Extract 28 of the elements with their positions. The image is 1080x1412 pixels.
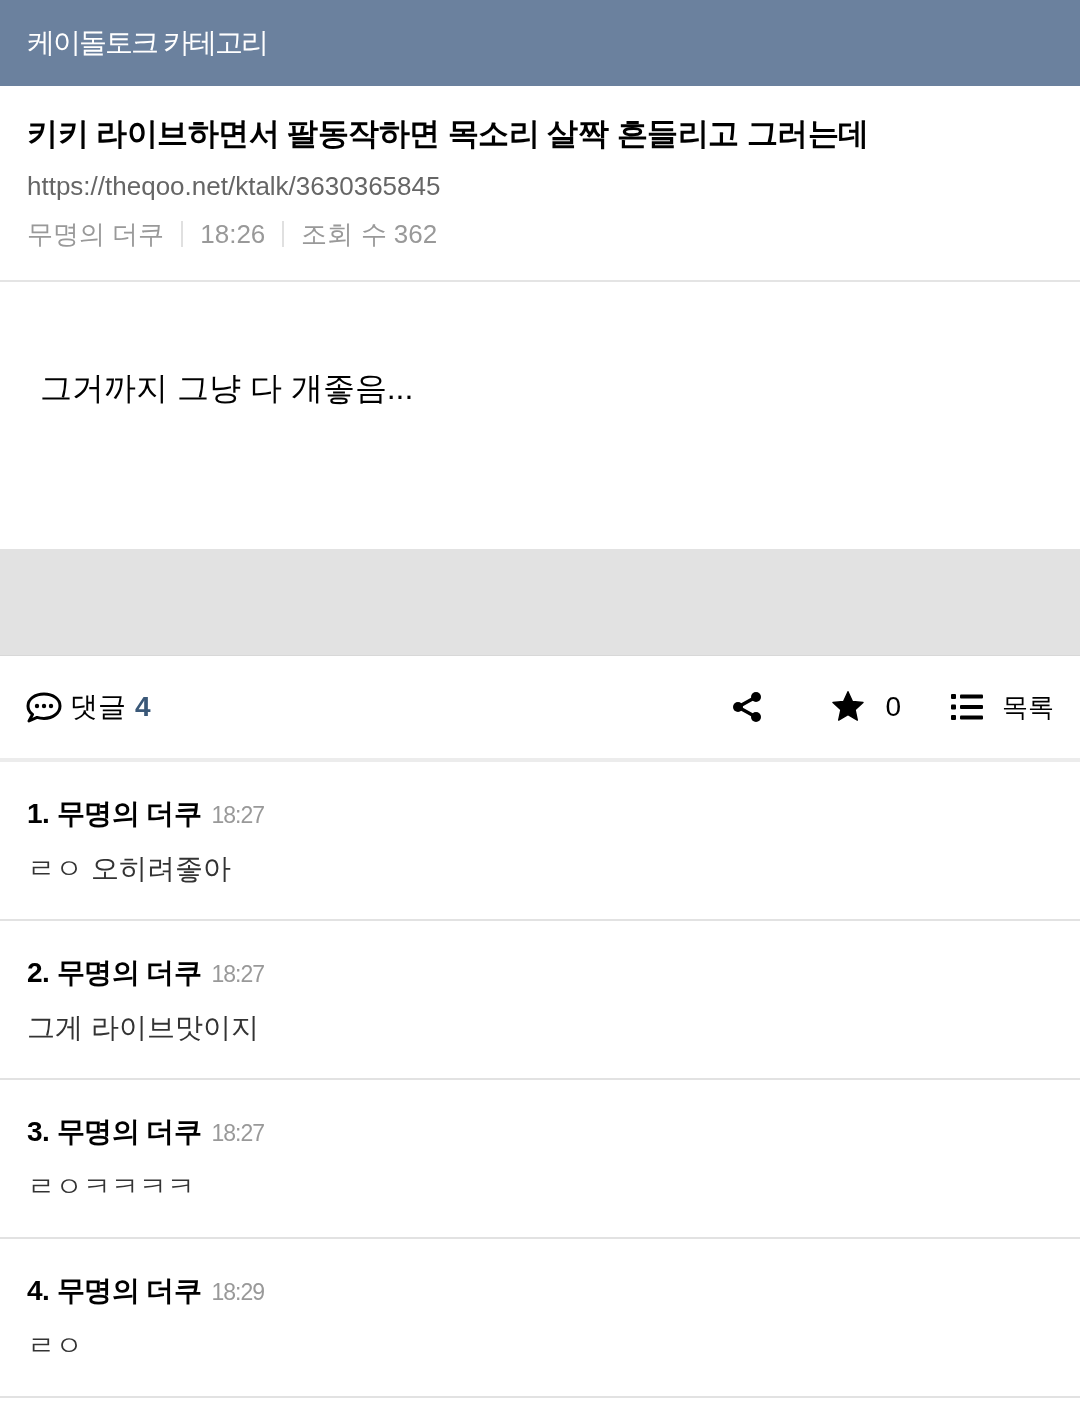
comment-author: 3. 무명의 더쿠	[27, 1115, 202, 1149]
comment-text: ㄹㅇ 오히려좋아	[27, 852, 232, 886]
comment-time: 18:27	[211, 960, 264, 989]
star-button[interactable]: 0	[831, 691, 901, 723]
comment-time: 18:29	[211, 1278, 264, 1307]
post-time: 18:26	[200, 218, 266, 251]
category-title[interactable]: 케이돌토크 카테고리	[27, 29, 267, 57]
speech-bubble-icon	[26, 691, 62, 723]
comment-author: 2. 무명의 더쿠	[27, 956, 202, 990]
comment-time: 18:27	[211, 801, 264, 830]
share-button[interactable]	[731, 690, 764, 724]
comment-author: 1. 무명의 더쿠	[27, 797, 202, 831]
comment-author: 4. 무명의 더쿠	[27, 1274, 202, 1308]
post-url[interactable]: https://theqoo.net/ktalk/3630365845	[27, 166, 1053, 206]
post-body-text: 그거까지 그냥 다 개좋음...	[40, 369, 415, 408]
post-title: 키키 라이브하면서 팔동작하면 목소리 살짝 흔들리고 그러는데	[27, 115, 870, 153]
list-icon	[951, 694, 983, 720]
comment-count: 4	[135, 693, 151, 721]
author-name: 무명의 더쿠	[27, 218, 165, 251]
comment-text: ㄹㅇ	[27, 1329, 84, 1363]
share-icon	[732, 691, 763, 723]
view-count: 조회 수 362	[301, 218, 438, 251]
comment-text: ㄹㅇㅋㅋㅋㅋ	[27, 1170, 196, 1204]
comment-text: 그게 라이브맛이지	[27, 1011, 260, 1045]
comment-time: 18:27	[211, 1119, 264, 1148]
comments-label: 댓글	[70, 693, 126, 721]
star-icon	[831, 691, 866, 723]
list-button[interactable]: 목록	[951, 694, 1054, 720]
